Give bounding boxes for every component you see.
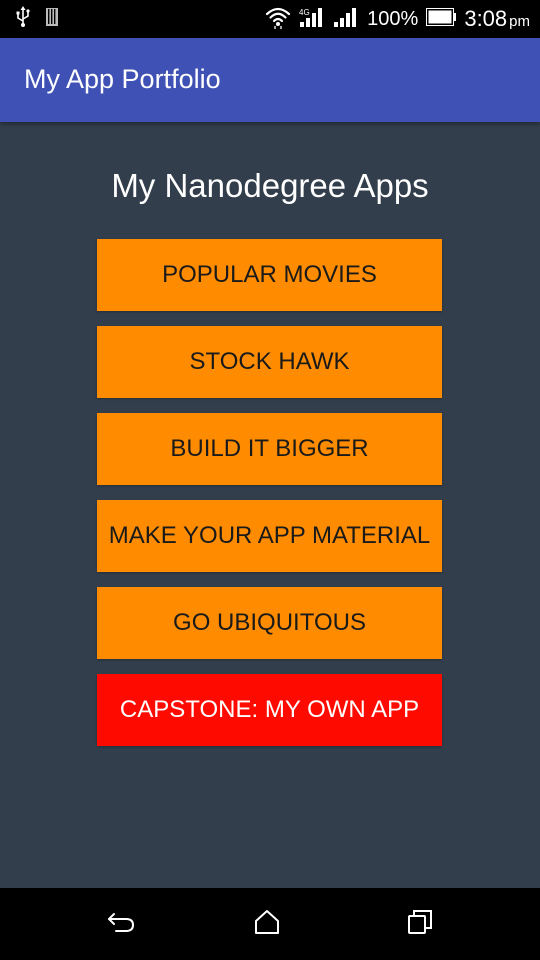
recent-apps-button[interactable] — [400, 906, 440, 942]
svg-text:4G: 4G — [299, 8, 310, 17]
status-left — [16, 5, 60, 33]
clock-ampm: pm — [509, 13, 530, 30]
clock: 3:08 pm — [464, 6, 530, 32]
sd-card-icon — [44, 7, 60, 32]
recent-apps-icon — [407, 909, 433, 940]
popular-movies-button[interactable]: POPULAR MOVIES — [97, 239, 442, 311]
home-icon — [253, 909, 281, 940]
home-button[interactable] — [247, 906, 287, 942]
status-bar: 4G 100% 3:08 pm — [0, 0, 540, 38]
build-it-bigger-button[interactable]: BUILD IT BIGGER — [97, 413, 442, 485]
app-bar: My App Portfolio — [0, 38, 540, 122]
clock-time: 3:08 — [464, 6, 508, 31]
back-button[interactable] — [101, 906, 141, 942]
status-right: 4G 100% 3:08 pm — [265, 4, 530, 34]
back-icon — [106, 911, 136, 938]
battery-icon — [426, 7, 457, 31]
stock-hawk-button[interactable]: STOCK HAWK — [97, 326, 442, 398]
signal-icon: 4G — [299, 6, 325, 33]
battery-percent: 100% — [367, 7, 419, 30]
capstone-button[interactable]: CAPSTONE: MY OWN APP — [97, 674, 442, 746]
main-content: My Nanodegree Apps POPULAR MOVIES STOCK … — [0, 122, 540, 888]
wifi-icon — [265, 5, 291, 34]
app-title: My App Portfolio — [24, 64, 221, 94]
go-ubiquitous-button[interactable]: GO UBIQUITOUS — [97, 587, 442, 659]
usb-icon — [16, 5, 30, 33]
make-your-app-material-button[interactable]: MAKE YOUR APP MATERIAL — [97, 500, 442, 572]
screen: 4G 100% 3:08 pm My App Portfolio My Nano… — [0, 0, 540, 960]
navigation-bar — [0, 888, 540, 960]
page-heading: My Nanodegree Apps — [111, 167, 429, 204]
signal-icon — [333, 6, 359, 33]
